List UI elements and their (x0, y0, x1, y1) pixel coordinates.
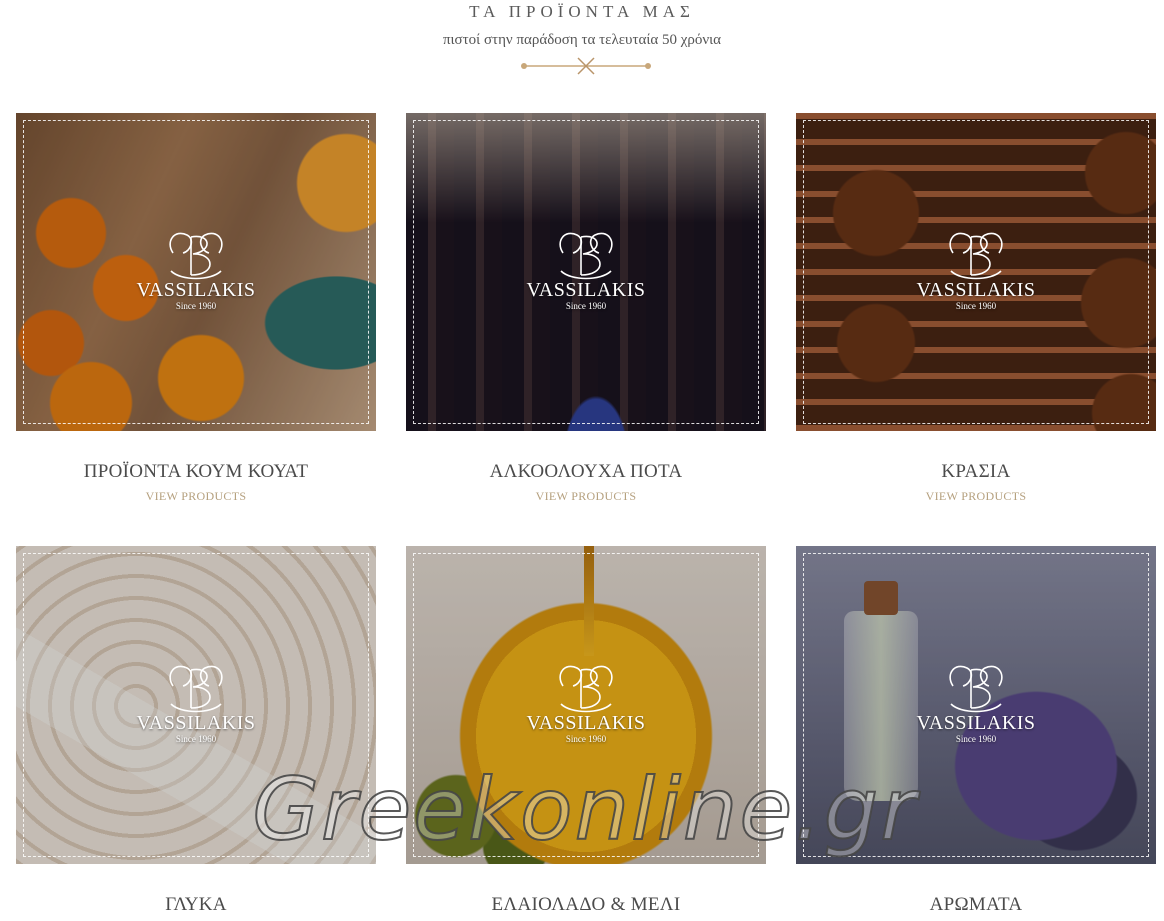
category-title[interactable]: ΓΛΥΚΑ (16, 894, 376, 916)
section-subtitle: πιστοί στην παράδοση τα τελευταία 50 χρό… (442, 32, 722, 48)
ornament-divider-icon (521, 57, 651, 75)
vassilakis-logo: VASSILAKIS Since 1960 (796, 223, 1156, 311)
monogram-icon (949, 232, 1003, 280)
monogram-icon (169, 665, 223, 713)
section-title: ΤΑ ΠΡΟΪΟΝΤΑ ΜΑΣ (469, 2, 695, 21)
view-products-link[interactable]: VIEW PRODUCTS (796, 489, 1156, 504)
vassilakis-logo: VASSILAKIS Since 1960 (16, 223, 376, 311)
monogram-icon (169, 232, 223, 280)
category-card-sweets[interactable]: VASSILAKIS Since 1960 (16, 546, 376, 864)
view-products-link[interactable]: VIEW PRODUCTS (16, 489, 376, 504)
vassilakis-logo: VASSILAKIS Since 1960 (406, 223, 766, 311)
monogram-icon (949, 665, 1003, 713)
view-products-link[interactable]: VIEW PRODUCTS (406, 489, 766, 504)
category-card-oil-honey[interactable]: VASSILAKIS Since 1960 (406, 546, 766, 864)
category-title[interactable]: ΕΛΑΙΟΛΑΔΟ & ΜΕΛΙ (406, 894, 766, 916)
category-card-aromas[interactable]: VASSILAKIS Since 1960 (796, 546, 1156, 864)
category-card-wines[interactable]: VASSILAKIS Since 1960 (796, 113, 1156, 431)
category-card-koum-kouat[interactable]: VASSILAKIS Since 1960 (16, 113, 376, 431)
category-title[interactable]: ΑΛΚΟΟΛΟΥΧΑ ΠΟΤΑ (406, 461, 766, 483)
vassilakis-logo: VASSILAKIS Since 1960 (406, 656, 766, 744)
vassilakis-logo: VASSILAKIS Since 1960 (796, 656, 1156, 744)
category-title[interactable]: ΑΡΩΜΑΤΑ (796, 894, 1156, 916)
category-card-spirits[interactable]: VASSILAKIS Since 1960 (406, 113, 766, 431)
category-title[interactable]: ΚΡΑΣΙΑ (796, 461, 1156, 483)
monogram-icon (559, 232, 613, 280)
monogram-icon (559, 665, 613, 713)
vassilakis-logo: VASSILAKIS Since 1960 (16, 656, 376, 744)
category-title[interactable]: ΠΡΟΪΟΝΤΑ ΚΟΥΜ ΚΟΥΑΤ (16, 461, 376, 483)
